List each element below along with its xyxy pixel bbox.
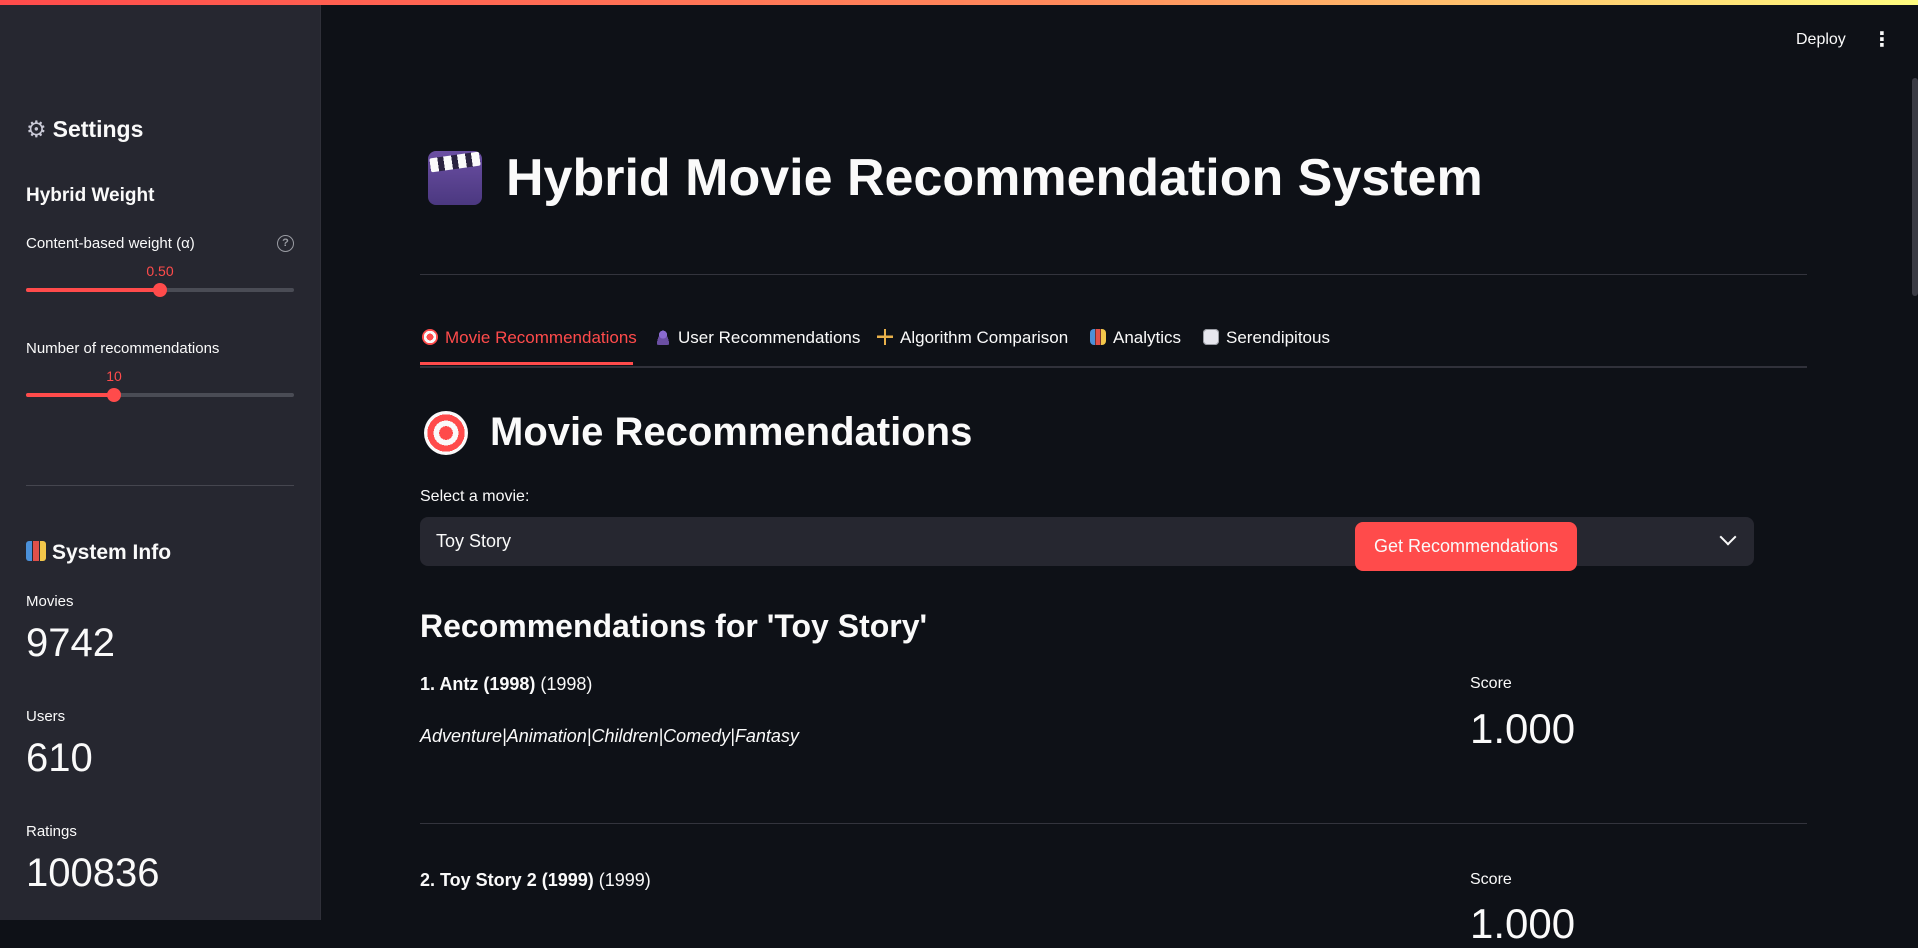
balance-scale-icon xyxy=(877,329,893,345)
tab-user-recommendations[interactable]: User Recommendations xyxy=(655,328,860,348)
bar-chart-icon xyxy=(26,541,46,561)
alpha-slider[interactable]: 0.50 xyxy=(26,263,294,299)
scrollbar[interactable] xyxy=(1912,78,1918,296)
slider-fill xyxy=(26,288,160,292)
tab-serendipitous[interactable]: Serendipitous xyxy=(1203,328,1330,348)
section-title: Movie Recommendations xyxy=(490,410,973,454)
title-divider xyxy=(420,274,1807,275)
slider-thumb[interactable] xyxy=(153,283,167,297)
metric-label-ratings: Ratings xyxy=(26,823,77,840)
active-tab-underline xyxy=(420,362,633,365)
tab-bar: Movie Recommendations User Recommendatio… xyxy=(420,324,1807,368)
chevron-down-icon xyxy=(1719,528,1737,546)
score-value: 1.000 xyxy=(1470,900,1576,947)
page-title-row: Hybrid Movie Recommendation System xyxy=(428,148,1483,208)
score-label: Score xyxy=(1470,675,1512,692)
gear-icon: ⚙ xyxy=(26,116,47,142)
bar-chart-icon xyxy=(1090,329,1106,345)
num-recs-slider-label: Number of recommendations xyxy=(26,340,220,357)
movie-select-value: Toy Story xyxy=(436,531,512,551)
metric-label-movies: Movies xyxy=(26,593,74,610)
target-icon xyxy=(424,410,468,455)
metric-label-users: Users xyxy=(26,708,66,725)
help-icon[interactable]: ? xyxy=(277,235,294,252)
target-icon xyxy=(422,329,438,345)
score-value: 1.000 xyxy=(1470,705,1576,752)
clapper-board-icon xyxy=(428,151,482,205)
metric-value-ratings: 100836 xyxy=(26,851,160,895)
sidebar-divider xyxy=(26,485,294,486)
system-info-heading: System Info xyxy=(26,541,171,565)
slider-value: 10 xyxy=(106,368,122,384)
dice-icon xyxy=(1203,329,1219,345)
get-recommendations-button[interactable]: Get Recommendations xyxy=(1355,522,1577,571)
result-genres: Adventure|Animation|Children|Comedy|Fant… xyxy=(420,726,799,746)
tab-analytics[interactable]: Analytics xyxy=(1090,328,1181,348)
alpha-slider-label: Content-based weight (α) xyxy=(26,235,195,252)
num-recs-slider[interactable]: 10 xyxy=(26,368,294,404)
score-label: Score xyxy=(1470,871,1512,888)
result-title: 1. Antz (1998) (1998) xyxy=(420,674,593,694)
slider-fill xyxy=(26,393,114,397)
result-title: 2. Toy Story 2 (1999) (1999) xyxy=(420,870,651,890)
page-title: Hybrid Movie Recommendation System xyxy=(506,149,1483,207)
hybrid-weight-heading: Hybrid Weight xyxy=(26,185,155,206)
sidebar: ⚙ Settings Hybrid Weight Content-based we… xyxy=(0,5,321,920)
section-title-row: Movie Recommendations xyxy=(424,410,972,455)
metric-value-users: 610 xyxy=(26,736,93,780)
select-movie-label: Select a movie: xyxy=(420,488,530,505)
tab-algorithm-comparison[interactable]: Algorithm Comparison xyxy=(877,328,1068,348)
slider-value: 0.50 xyxy=(146,263,174,279)
result-divider xyxy=(420,823,1807,824)
slider-thumb[interactable] xyxy=(107,388,121,402)
user-icon xyxy=(655,329,671,345)
tab-movie-recommendations[interactable]: Movie Recommendations xyxy=(422,328,637,348)
deploy-button[interactable]: Deploy xyxy=(1796,31,1846,49)
metric-value-movies: 9742 xyxy=(26,621,115,665)
settings-heading: ⚙ Settings xyxy=(26,116,144,142)
kebab-menu-icon[interactable]: ⋮ xyxy=(1872,30,1892,50)
results-title: Recommendations for 'Toy Story' xyxy=(420,608,928,644)
